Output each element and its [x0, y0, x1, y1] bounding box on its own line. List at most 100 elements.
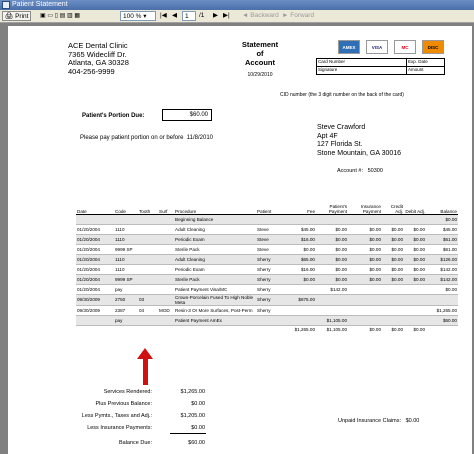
cell-fee: $16.00	[286, 234, 316, 245]
cell-ipay	[348, 305, 382, 316]
cell-fee: $16.00	[286, 264, 316, 275]
transactions-body: Beginning Balance $0.00 01/20/2004 1110 Adul…	[76, 214, 458, 326]
cell-dadj: $0.00	[404, 224, 426, 235]
zoom-select[interactable]: 100 % ▾	[120, 11, 156, 21]
cell-date: 09/30/2009	[76, 305, 114, 316]
amount-field[interactable]: Amount	[406, 66, 445, 75]
next-page-icon[interactable]: ▶	[213, 11, 218, 21]
cell-bal: $45.00	[426, 224, 458, 235]
cell-ppay: $0.00	[316, 264, 348, 275]
cell-surf	[158, 244, 174, 255]
cell-tooth	[138, 284, 158, 295]
backward-label: Backward	[250, 12, 279, 19]
patient-address-line-1: Apt 4F	[317, 132, 338, 140]
cell-bal: $0.00	[426, 284, 458, 295]
cell-patient	[256, 214, 286, 225]
print-button[interactable]: 🖨 Print	[2, 11, 32, 21]
cell-dadj	[404, 305, 426, 316]
first-page-icon[interactable]: |◀	[160, 11, 167, 21]
visa-logo-icon: VISA	[366, 40, 388, 54]
cell-ipay: $0.00	[348, 244, 382, 255]
col-code: Code	[114, 200, 138, 215]
cell-cadj: $0.00	[382, 254, 404, 265]
statement-title: Statement of Account	[230, 40, 290, 67]
cell-cadj: $0.00	[382, 224, 404, 235]
clinic-phone: 404-256-9999	[68, 66, 115, 76]
forward-button[interactable]: ► Forward	[282, 11, 314, 21]
cell-patient: Sherry	[256, 274, 286, 285]
cell-date	[76, 214, 114, 225]
cell-code: pay	[114, 315, 138, 326]
cell-proc: Periodic Exam	[174, 234, 256, 245]
cell-fee: $0.00	[286, 274, 316, 285]
page-nav-icons[interactable]: ▣ ▭ ▯ ▤ ▥ ▦	[40, 11, 80, 21]
exp-date-field[interactable]: Exp. Date	[406, 58, 445, 67]
pay-by-text: Please pay patient portion on or before	[80, 135, 184, 141]
print-label: Print	[15, 13, 29, 20]
cell-dadj: $0.00	[404, 254, 426, 265]
col-balance: Balance	[426, 200, 458, 215]
cell-proc: Patient Payment AmEx	[174, 315, 256, 326]
cell-cadj: $0.00	[382, 274, 404, 285]
cell-bal: $126.00	[426, 254, 458, 265]
cell-cadj: $0.00	[382, 244, 404, 255]
table-row: 09/30/2009 2387 04 MOD Resin-3 Or More Surfa…	[76, 305, 458, 316]
table-header-row: Date Code Tooth Surf Procedure Patient F…	[76, 200, 458, 215]
cell-dadj	[404, 315, 426, 326]
cell-ppay	[316, 214, 348, 225]
card-number-field[interactable]: Card Number	[316, 58, 407, 67]
cell-patient: Steve	[256, 224, 286, 235]
col-debit-adj: Debit Adj.	[404, 200, 426, 215]
cell-patient: Sherry	[256, 305, 286, 316]
cell-proc: Patient Payment Visa/MC	[174, 284, 256, 295]
cell-date: 01/20/2004	[76, 254, 114, 265]
cell-date	[76, 315, 114, 326]
payments-adj-label: Less Pymts., Taxes and Adj.:	[81, 413, 152, 419]
cell-date: 01/20/2004	[76, 234, 114, 245]
insurance-payments-value: $0.00	[191, 425, 205, 431]
last-page-icon[interactable]: ▶|	[223, 11, 230, 21]
table-row: 01/20/2004 1110 Periodic Exam Sherry $16.00 $…	[76, 264, 458, 275]
services-rendered-label: Services Rendered:	[103, 389, 152, 395]
prev-page-icon[interactable]: ◀	[172, 11, 177, 21]
cell-fee: $45.00	[286, 224, 316, 235]
cell-ipay: $0.00	[348, 234, 382, 245]
cell-proc: Periodic Exam	[174, 264, 256, 275]
previous-balance-label: Plus Previous Balance:	[95, 401, 152, 407]
patient-address-line-2: 127 Florida St.	[317, 141, 363, 148]
cell-tooth	[138, 224, 158, 235]
cell-bal: $0.00	[426, 214, 458, 225]
table-row: pay Patient Payment AmEx $1,105.00 $60.00	[76, 315, 458, 326]
cell-ipay: $0.00	[348, 224, 382, 235]
account-label: Account #:	[337, 168, 363, 174]
cell-patient: Sherry	[256, 284, 286, 295]
cell-tooth	[138, 234, 158, 245]
patient-name: Steve Crawford	[317, 124, 366, 131]
cell-dadj	[404, 214, 426, 225]
cell-fee: $0.00	[286, 244, 316, 255]
pay-by-note: Please pay patient portion on or before …	[80, 135, 213, 141]
pay-by-date: 11/8/2010	[186, 135, 213, 141]
cell-ipay: $0.00	[348, 264, 382, 275]
table-row: 01/20/2004 1110 Periodic Exam Steve $16.00 $0…	[76, 234, 458, 245]
cell-proc: Beginning Balance	[174, 214, 256, 225]
cell-date: 01/20/2004	[76, 274, 114, 285]
cell-code: 9999 SP	[114, 244, 138, 255]
cell-tooth	[138, 254, 158, 265]
transactions-totals: $1,265.00 $1,105.00 $0.00 $0.00 $0.00	[76, 325, 458, 334]
cell-surf	[158, 284, 174, 295]
col-credit-adj: Credit Adj.	[382, 200, 404, 215]
discover-logo-icon: DISC	[422, 40, 444, 54]
cell-ppay: $0.00	[316, 254, 348, 265]
cell-bal: $60.00	[426, 315, 458, 326]
cell-patient: Steve	[256, 234, 286, 245]
page-input[interactable]: 1	[182, 11, 196, 21]
signature-field[interactable]: Signature	[316, 66, 407, 75]
cell-dadj: $0.00	[404, 234, 426, 245]
title-line-2: of	[256, 49, 264, 58]
patient-address: Steve Crawford Apt 4F 127 Florida St. St…	[317, 124, 401, 158]
cell-surf	[158, 294, 174, 306]
cell-ppay	[316, 305, 348, 316]
backward-button[interactable]: ◄ Backward	[242, 11, 279, 21]
account-number: Account #: 50300	[337, 168, 383, 174]
